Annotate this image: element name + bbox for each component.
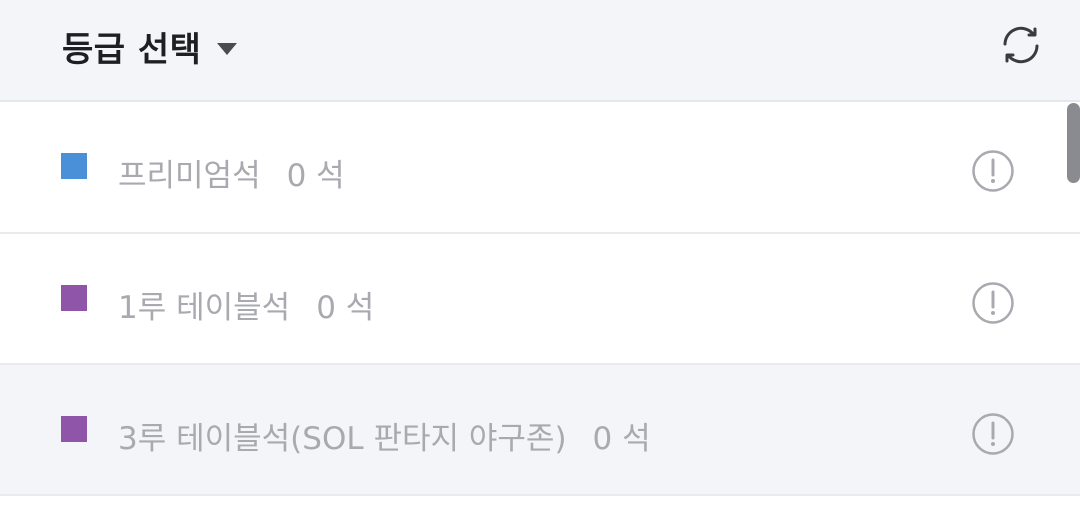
grade-color-swatch bbox=[61, 285, 87, 311]
grade-row-3b-table[interactable]: 3루 테이블석(SOL 판타지 야구존) 0 석 bbox=[0, 365, 1080, 496]
seat-count: 0 석 bbox=[286, 158, 345, 194]
grade-color-swatch bbox=[61, 153, 87, 179]
refresh-icon[interactable] bbox=[996, 22, 1046, 68]
header: 등급 선택 bbox=[0, 0, 1080, 102]
info-icon[interactable] bbox=[971, 412, 1015, 456]
grade-name: 1루 테이블석 bbox=[118, 290, 291, 326]
grade-label-group: 3루 테이블석(SOL 판타지 야구존) 0 석 bbox=[118, 413, 651, 458]
grade-row-premium[interactable]: 프리미엄석 0 석 bbox=[0, 102, 1080, 234]
grade-list: 프리미엄석 0 석 1루 테이블석 0 석 3루 테이블석(SOL 판타지 야구… bbox=[0, 102, 1080, 496]
info-icon[interactable] bbox=[971, 281, 1015, 325]
seat-count: 0 석 bbox=[316, 290, 375, 326]
info-icon[interactable] bbox=[971, 149, 1015, 193]
grade-row-1b-table[interactable]: 1루 테이블석 0 석 bbox=[0, 234, 1080, 365]
page-title: 등급 선택 bbox=[62, 30, 202, 70]
seat-count: 0 석 bbox=[592, 421, 651, 457]
caret-down-icon bbox=[217, 42, 238, 55]
scrollbar[interactable] bbox=[1067, 103, 1080, 183]
grade-name: 프리미엄석 bbox=[118, 158, 261, 194]
grade-selection-screen: 등급 선택 프리미엄석 0 석 1루 테이블석 0 석 3루 테이블석(SOL … bbox=[0, 0, 1080, 506]
grade-name: 3루 테이블석(SOL 판타지 야구존) bbox=[118, 421, 567, 457]
grade-color-swatch bbox=[61, 416, 87, 442]
grade-label-group: 1루 테이블석 0 석 bbox=[118, 282, 374, 327]
next-row-peek bbox=[0, 496, 1080, 506]
grade-dropdown[interactable]: 등급 선택 bbox=[62, 22, 238, 71]
grade-label-group: 프리미엄석 0 석 bbox=[118, 150, 345, 195]
